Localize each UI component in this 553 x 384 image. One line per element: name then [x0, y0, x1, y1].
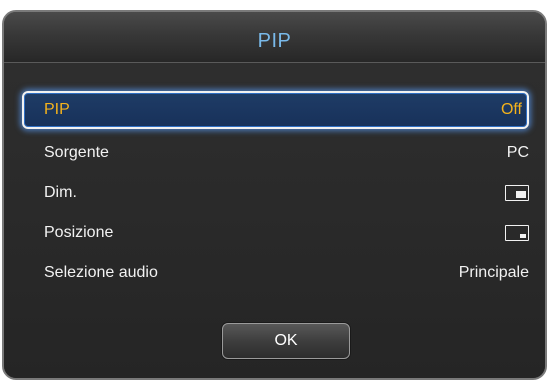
menu-item-value: Off [500, 101, 522, 118]
pip-inset-window [520, 234, 526, 238]
dialog-title: PIP [257, 30, 292, 52]
menu-item-pip[interactable]: PIP Off [22, 91, 529, 129]
menu-item-value: Principale [458, 264, 529, 281]
menu-item-label: Sorgente [44, 144, 109, 161]
menu-item-posizione[interactable]: Posizione [22, 214, 529, 252]
menu-item-label: Posizione [44, 224, 114, 241]
menu-item-sorgente[interactable]: Sorgente PC [22, 134, 529, 172]
menu-item-label: Selezione audio [44, 264, 158, 281]
menu-item-label: Dim. [44, 184, 77, 201]
pip-size-large-icon [505, 185, 529, 201]
menu-item-selezione-audio[interactable]: Selezione audio Principale [22, 254, 529, 292]
pip-position-bottom-right-icon [505, 225, 529, 241]
menu-item-value: PC [506, 144, 529, 161]
menu-item-label: PIP [44, 101, 70, 118]
ok-button[interactable]: OK [222, 323, 350, 359]
pip-dialog: PIP PIP Off Sorgente PC Dim. Posizione S… [2, 10, 547, 380]
dialog-titlebar: PIP [4, 12, 545, 63]
pip-inset-window [516, 191, 526, 198]
menu-item-dim[interactable]: Dim. [22, 174, 529, 212]
